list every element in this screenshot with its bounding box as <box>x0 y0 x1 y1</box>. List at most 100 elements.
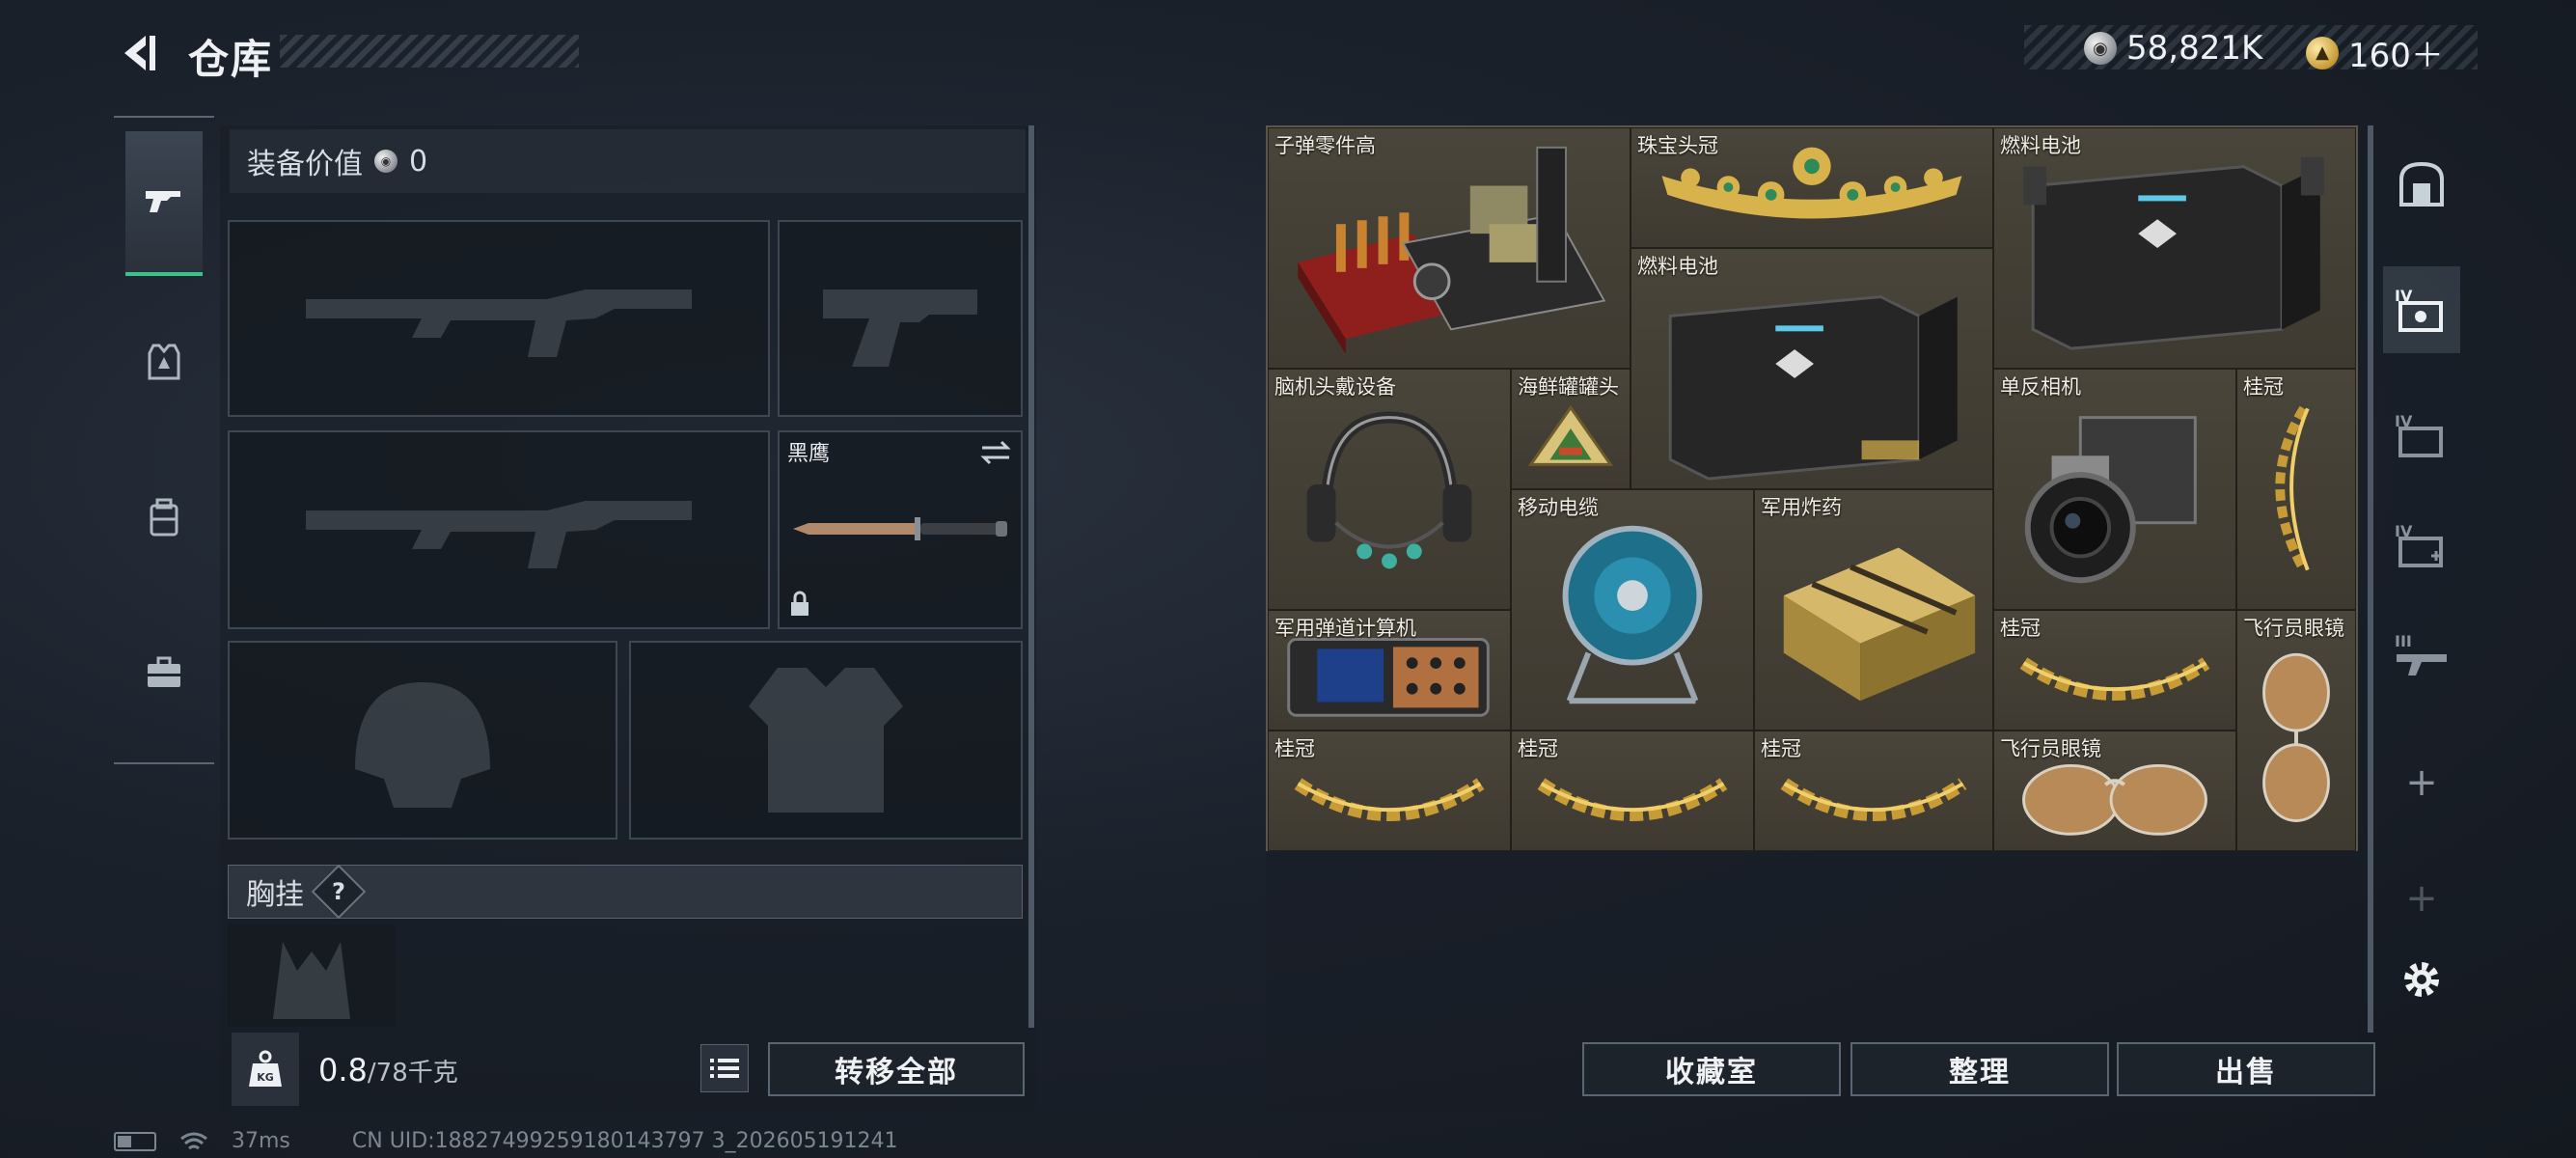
storage-item[interactable]: 海鲜罐罐头 <box>1511 369 1631 489</box>
tab-storage-3[interactable]: IV <box>2383 502 2460 589</box>
storage-item[interactable]: 飞行员眼镜 <box>2236 610 2356 851</box>
item-name: 移动电缆 <box>1518 496 1599 519</box>
add-storage-button-disabled: + <box>2405 876 2438 921</box>
collection-room-button[interactable]: 收藏室 <box>1582 1042 1841 1096</box>
knife-icon <box>793 517 1007 540</box>
body-armor-slot[interactable] <box>629 641 1023 840</box>
backpack-icon <box>150 498 178 537</box>
vault-icon <box>2399 161 2444 207</box>
item-name: 脑机头戴设备 <box>1274 375 1396 399</box>
item-name: 燃料电池 <box>1637 255 1718 278</box>
storage-scrollbar[interactable] <box>2368 125 2373 1033</box>
storage-item[interactable]: 桂冠 <box>1754 731 1993 851</box>
item-name: 珠宝头冠 <box>1637 134 1718 157</box>
storage-medical-icon: IV <box>2395 522 2443 567</box>
item-name: 桂冠 <box>1761 737 1801 760</box>
rifle-silhouette-icon <box>230 222 768 415</box>
storage-item[interactable]: 桂冠 <box>1511 731 1754 851</box>
storage-item[interactable]: 移动电缆 <box>1511 489 1754 731</box>
loadout-tab-rail <box>114 116 214 764</box>
storage-item[interactable]: 桂冠 <box>1268 731 1511 851</box>
item-name: 军用炸药 <box>1761 496 1842 519</box>
storage-item[interactable]: 军用弹道计算机 <box>1268 610 1511 731</box>
equipment-value-label: 装备价值 <box>247 148 363 181</box>
storage-item[interactable]: 桂冠 <box>2236 369 2356 610</box>
list-view-button[interactable] <box>700 1044 749 1092</box>
item-name: 飞行员眼镜 <box>2000 737 2101 760</box>
item-name: 燃料电池 <box>2000 134 2081 157</box>
status-bar: 37ms CN UID:18827499259180143797 3_20260… <box>114 1129 898 1153</box>
armor-vest-icon <box>148 344 180 380</box>
lock-icon <box>789 591 810 621</box>
weight-max: /78千克 <box>367 1059 458 1088</box>
item-name: 单反相机 <box>2000 375 2081 399</box>
dslr-camera-icon <box>2024 416 2197 584</box>
tab-storage-1[interactable]: IV <box>2383 266 2460 353</box>
chest-rig-slot[interactable] <box>228 924 396 1027</box>
item-name: 桂冠 <box>2243 375 2284 399</box>
storage-item[interactable]: 脑机头戴设备 <box>1268 369 1511 610</box>
secondary-weapon-slot[interactable] <box>228 430 770 629</box>
primary-weapon-slot[interactable] <box>228 220 770 417</box>
storage-item[interactable]: 飞行员眼镜 <box>1993 731 2236 851</box>
tab-storage-2[interactable]: IV <box>2383 392 2460 479</box>
storage-grid: 子弹零件高 珠宝头冠 燃料电池 燃料电池 脑机头戴设备 海鲜罐罐头 单反相机 桂… <box>1266 125 2358 851</box>
gold-currency[interactable]: ▲ 160＋ <box>2306 29 2444 76</box>
svg-text:KG: KG <box>257 1071 274 1084</box>
military-explosive-icon <box>1783 547 1976 702</box>
tab-weapons[interactable] <box>125 131 203 276</box>
weight-current: 0.8 <box>318 1052 368 1089</box>
cable-reel-icon <box>1562 525 1703 704</box>
settings-button[interactable] <box>2383 936 2460 1023</box>
storage-item[interactable]: 单反相机 <box>1993 369 2236 610</box>
weight-readout: 0.8/78千克 <box>318 1052 458 1089</box>
equipment-value-bar: 装备价值 ◉ 0 <box>230 129 1026 193</box>
helmet-silhouette-icon <box>230 643 616 838</box>
back-button[interactable] <box>114 29 162 77</box>
storage-item[interactable]: 燃料电池 <box>1993 127 2356 369</box>
chest-rig-label: 胸挂 <box>246 878 304 912</box>
storage-item[interactable]: 军用炸药 <box>1754 489 1993 731</box>
sell-button[interactable]: 出售 <box>2117 1042 2375 1096</box>
ping-value: 37ms <box>232 1129 290 1153</box>
equipment-value: 0 <box>409 144 428 179</box>
equipment-scrollbar[interactable] <box>1028 125 1034 1028</box>
rifle-silhouette-icon <box>230 432 768 627</box>
help-button[interactable]: ? <box>311 864 367 920</box>
back-arrow-icon <box>124 36 155 70</box>
tab-armor[interactable] <box>125 290 203 434</box>
tab-case[interactable] <box>125 600 203 745</box>
user-uid: CN UID:18827499259180143797 3_2026051912… <box>351 1129 898 1153</box>
storage-folder-icon: IV <box>2395 412 2443 457</box>
storage-item[interactable]: 珠宝头冠 <box>1631 127 1993 248</box>
storage-item[interactable]: 燃料电池 <box>1631 248 1993 489</box>
melee-slot[interactable]: 黑鹰 <box>778 430 1023 629</box>
tab-backpack[interactable] <box>125 446 203 591</box>
page-title: 仓库 <box>188 36 274 83</box>
melee-slot-label: 黑鹰 <box>787 442 831 466</box>
transfer-all-button[interactable]: 转移全部 <box>768 1042 1025 1096</box>
silver-coin-icon: ◉ <box>374 150 397 173</box>
add-storage-button[interactable]: + <box>2383 739 2460 826</box>
silver-currency: ◉ 58,821K <box>2084 29 2262 68</box>
item-name: 桂冠 <box>1274 737 1315 760</box>
sort-button[interactable]: 整理 <box>1850 1042 2109 1096</box>
item-name: 军用弹道计算机 <box>1274 617 1416 640</box>
storage-item[interactable]: 子弹零件高 <box>1268 127 1631 369</box>
tab-storage-4[interactable]: III <box>2383 612 2460 699</box>
helmet-slot[interactable] <box>228 641 617 840</box>
storage-tab-rail: IV IV IV III + + <box>2383 125 2460 1033</box>
swap-icon[interactable] <box>978 438 1013 471</box>
item-name: 飞行员眼镜 <box>2243 617 2344 640</box>
tab-all-storage[interactable] <box>2383 141 2460 228</box>
laurel-wreath-icon <box>2275 405 2310 573</box>
vest-silhouette-icon <box>631 643 1021 838</box>
aviator-glasses-icon <box>2262 652 2330 822</box>
sidearm-slot[interactable] <box>778 220 1023 417</box>
storage-item[interactable]: 桂冠 <box>1993 610 2236 731</box>
item-name: 桂冠 <box>1518 737 1558 760</box>
fuel-cell-icon <box>2023 156 2324 350</box>
silver-amount: 58,821K <box>2126 29 2263 68</box>
chest-rig-silhouette-icon <box>228 924 396 1027</box>
weight-button[interactable]: KG <box>232 1033 299 1106</box>
